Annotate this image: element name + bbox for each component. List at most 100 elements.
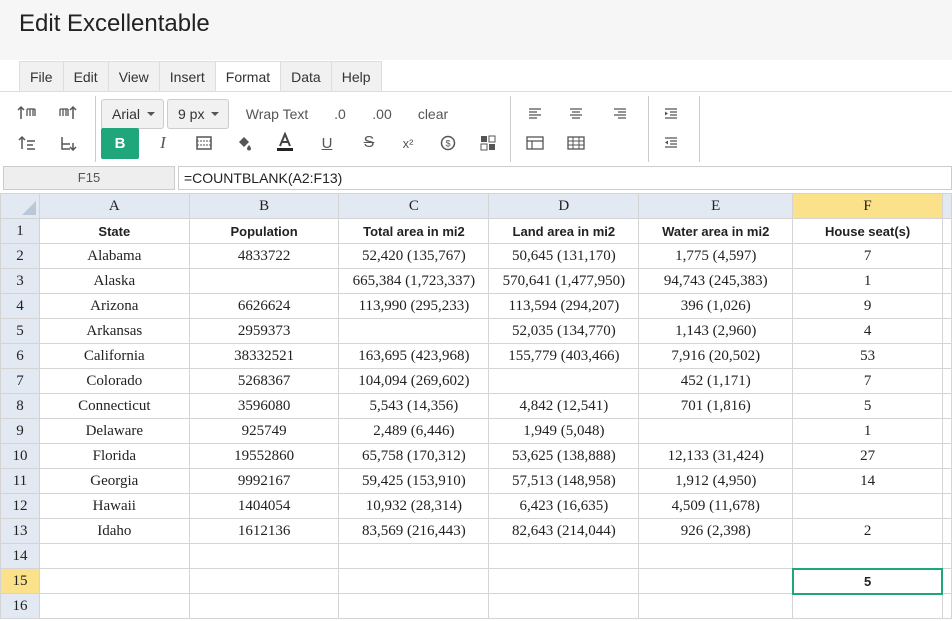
cell-a8[interactable]: Connecticut	[38, 393, 190, 419]
cell-e14[interactable]	[638, 543, 794, 569]
cell-a7[interactable]: Colorado	[38, 368, 190, 394]
row-header-2[interactable]: 2	[0, 243, 40, 269]
cell-a13[interactable]: Idaho	[38, 518, 190, 544]
cell-c16[interactable]	[338, 593, 490, 619]
cell-g5[interactable]	[941, 318, 952, 344]
column-header-f[interactable]: F	[792, 193, 943, 219]
cell-a16[interactable]	[38, 593, 190, 619]
cell-b11[interactable]: 9992167	[188, 468, 340, 494]
cell-b5[interactable]: 2959373	[188, 318, 340, 344]
cell-e8[interactable]: 701 (1,816)	[638, 393, 794, 419]
cell-c14[interactable]	[338, 543, 490, 569]
align-center-icon[interactable]	[562, 102, 590, 126]
row-header-9[interactable]: 9	[0, 418, 40, 444]
cell-c8[interactable]: 5,543 (14,356)	[338, 393, 490, 419]
cell-f10[interactable]: 27	[792, 443, 943, 469]
decrease-decimal-button[interactable]: .0	[325, 102, 355, 126]
row-header-14[interactable]: 14	[0, 543, 40, 569]
cell-b3[interactable]	[188, 268, 340, 294]
cell-b9[interactable]: 925749	[188, 418, 340, 444]
column-header-a[interactable]: A	[38, 193, 190, 219]
cell-g1[interactable]	[941, 218, 952, 244]
cell-a2[interactable]: Alabama	[38, 243, 190, 269]
row-header-8[interactable]: 8	[0, 393, 40, 419]
cell-f9[interactable]: 1	[792, 418, 943, 444]
strikethrough-button[interactable]: S	[355, 130, 383, 156]
cell-f11[interactable]: 14	[792, 468, 943, 494]
cell-g16[interactable]	[941, 593, 952, 619]
cell-f7[interactable]: 7	[792, 368, 943, 394]
cell-c6[interactable]: 163,695 (423,968)	[338, 343, 490, 369]
cell-e3[interactable]: 94,743 (245,383)	[638, 268, 794, 294]
cell-d2[interactable]: 50,645 (131,170)	[488, 243, 640, 269]
underline-icon[interactable]: U	[313, 130, 341, 156]
cell-g4[interactable]	[941, 293, 952, 319]
wrap-text-button[interactable]: Wrap Text	[238, 102, 316, 126]
cell-e13[interactable]: 926 (2,398)	[638, 518, 794, 544]
cell-d6[interactable]: 155,779 (403,466)	[488, 343, 640, 369]
cell-g14[interactable]	[941, 543, 952, 569]
column-header-b[interactable]: B	[188, 193, 340, 219]
insert-column-icon[interactable]	[55, 101, 81, 125]
menu-edit[interactable]: Edit	[63, 61, 109, 92]
row-header-11[interactable]: 11	[0, 468, 40, 494]
border-icon[interactable]	[190, 130, 218, 156]
cell-e11[interactable]: 1,912 (4,950)	[638, 468, 794, 494]
align-left-icon[interactable]	[521, 102, 549, 126]
insert-row-above-icon[interactable]	[14, 101, 40, 125]
cell-a12[interactable]: Hawaii	[38, 493, 190, 519]
increase-decimal-button[interactable]: .00	[364, 102, 400, 126]
cell-c1[interactable]: Total area in mi2	[338, 218, 490, 244]
cell-d11[interactable]: 57,513 (148,958)	[488, 468, 640, 494]
column-header-e[interactable]: E	[638, 193, 794, 219]
menu-format[interactable]: Format	[215, 61, 282, 92]
cell-f8[interactable]: 5	[792, 393, 943, 419]
font-family-select[interactable]: Arial	[101, 99, 164, 129]
cell-d1[interactable]: Land area in mi2	[488, 218, 640, 244]
cell-b15[interactable]	[188, 568, 340, 594]
cell-b14[interactable]	[188, 543, 340, 569]
merge-cells-icon[interactable]	[521, 130, 549, 156]
column-header-g[interactable]	[941, 193, 952, 219]
selected-cell[interactable]: 5	[791, 567, 944, 595]
cell-c4[interactable]: 113,990 (295,233)	[338, 293, 490, 319]
cell-d7[interactable]	[488, 368, 640, 394]
cell-a3[interactable]: Alaska	[38, 268, 190, 294]
sort-ascending-icon[interactable]	[14, 131, 40, 155]
cell-c5[interactable]	[338, 318, 490, 344]
bold-button[interactable]: B	[101, 128, 139, 159]
menu-view[interactable]: View	[108, 61, 160, 92]
cell-d4[interactable]: 113,594 (294,207)	[488, 293, 640, 319]
cell-c13[interactable]: 83,569 (216,443)	[338, 518, 490, 544]
currency-icon[interactable]: $	[434, 130, 462, 156]
cell-b10[interactable]: 19552860	[188, 443, 340, 469]
cell-b13[interactable]: 1612136	[188, 518, 340, 544]
cell-e9[interactable]	[638, 418, 794, 444]
cell-f5[interactable]: 4	[792, 318, 943, 344]
cell-g12[interactable]	[941, 493, 952, 519]
row-header-16[interactable]: 16	[0, 593, 40, 619]
cell-g11[interactable]	[941, 468, 952, 494]
menu-insert[interactable]: Insert	[159, 61, 216, 92]
row-header-12[interactable]: 12	[0, 493, 40, 519]
row-header-13[interactable]: 13	[0, 518, 40, 544]
cell-b7[interactable]: 5268367	[188, 368, 340, 394]
font-size-select[interactable]: 9 px	[167, 99, 229, 129]
cell-b4[interactable]: 6626624	[188, 293, 340, 319]
cell-f4[interactable]: 9	[792, 293, 943, 319]
italic-button[interactable]: I	[148, 130, 178, 156]
cell-a4[interactable]: Arizona	[38, 293, 190, 319]
cell-d5[interactable]: 52,035 (134,770)	[488, 318, 640, 344]
cell-e6[interactable]: 7,916 (20,502)	[638, 343, 794, 369]
menu-data[interactable]: Data	[281, 61, 332, 92]
cell-e16[interactable]	[638, 593, 794, 619]
cell-f2[interactable]: 7	[792, 243, 943, 269]
table-grid-icon[interactable]	[562, 130, 590, 156]
cell-g8[interactable]	[941, 393, 952, 419]
cell-a14[interactable]	[38, 543, 190, 569]
indent-decrease-icon[interactable]	[657, 130, 685, 156]
cell-d16[interactable]	[488, 593, 640, 619]
cell-e5[interactable]: 1,143 (2,960)	[638, 318, 794, 344]
cell-d8[interactable]: 4,842 (12,541)	[488, 393, 640, 419]
cell-b16[interactable]	[188, 593, 340, 619]
